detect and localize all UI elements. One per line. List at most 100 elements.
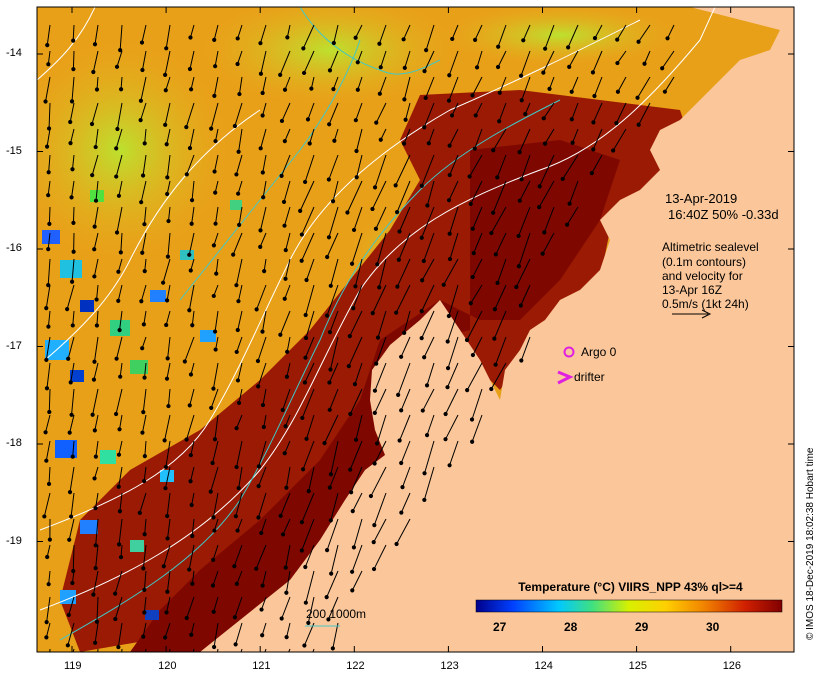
velocity-arrow-head (423, 356, 426, 359)
velocity-arrow-head (95, 662, 98, 665)
velocity-arrow-head (117, 485, 120, 488)
velocity-arrow-head (300, 521, 303, 524)
velocity-arrow-head (114, 412, 117, 415)
legend-line-1: Altimetric sealevel (662, 240, 759, 254)
velocity-arrow-head (93, 275, 96, 278)
velocity-arrow-head (47, 583, 50, 586)
velocity-arrow-head (280, 174, 283, 177)
velocity-arrow-head (235, 284, 238, 287)
velocity-arrow-head (354, 119, 357, 122)
velocity-arrow-head (142, 635, 145, 638)
velocity-arrow-head (304, 601, 307, 604)
velocity-arrow-head (423, 472, 426, 475)
velocity-arrow-head (236, 37, 239, 40)
velocity-arrow-head (304, 313, 307, 316)
velocity-arrow-head (189, 480, 192, 483)
velocity-arrow-head (70, 515, 73, 518)
velocity-arrow-head (329, 473, 332, 476)
velocity-arrow-head (329, 368, 332, 371)
velocity-arrow-head (496, 176, 499, 179)
velocity-arrow-head (351, 510, 354, 513)
velocity-arrow-head (94, 145, 97, 148)
velocity-arrow-head (189, 36, 192, 39)
velocity-arrow-head (286, 36, 289, 39)
velocity-arrow-head (305, 437, 308, 440)
map-plot (0, 0, 820, 680)
velocity-arrow-head (592, 121, 595, 124)
velocity-arrow-head (376, 263, 379, 266)
legend-line-4: 13-Apr 16Z (662, 283, 722, 297)
velocity-arrow-head (261, 403, 264, 406)
velocity-arrow-head (143, 376, 146, 379)
velocity-arrow-head (469, 302, 472, 305)
velocity-arrow-head (66, 644, 69, 647)
velocity-arrow-head (140, 201, 143, 204)
velocity-arrow-head (261, 171, 264, 174)
velocity-arrow-head (332, 88, 335, 91)
velocity-arrow-head (371, 312, 374, 315)
velocity-arrow-head (426, 204, 429, 207)
velocity-arrow-head (490, 231, 493, 234)
velocity-arrow-head (262, 425, 265, 428)
velocity-arrow-head (378, 42, 381, 45)
velocity-arrow-head (300, 549, 303, 552)
velocity-arrow-head (47, 63, 50, 66)
velocity-arrow-head (279, 333, 282, 336)
velocity-arrow-head (301, 468, 304, 471)
velocity-arrow-head (215, 272, 218, 275)
velocity-arrow-head (93, 360, 96, 363)
velocity-arrow-head (570, 90, 573, 93)
velocity-arrow-head (212, 244, 215, 247)
velocity-arrow-head (162, 281, 165, 284)
velocity-arrow-head (140, 300, 143, 303)
velocity-arrow-head (188, 568, 191, 571)
velocity-arrow-head (115, 175, 118, 178)
velocity-arrow-head (72, 569, 75, 572)
velocity-arrow-head (327, 178, 330, 181)
legend-line-3: and velocity for (662, 269, 743, 283)
x-tick-label: 126 (723, 660, 741, 672)
velocity-arrow-head (281, 533, 284, 536)
velocity-arrow-head (330, 572, 333, 575)
velocity-arrow-head (331, 200, 334, 203)
velocity-arrow-head (395, 311, 398, 314)
velocity-arrow-head (616, 90, 619, 93)
colorbar-tick: 29 (635, 620, 648, 634)
velocity-arrow-head (375, 442, 378, 445)
velocity-arrow-head (141, 68, 144, 71)
velocity-arrow-head (237, 300, 240, 303)
velocity-arrow-head (328, 381, 331, 384)
velocity-arrow-head (45, 387, 48, 390)
velocity-arrow-head (284, 425, 287, 428)
velocity-arrow-head (95, 324, 98, 327)
velocity-arrow-head (283, 297, 286, 300)
velocity-arrow-head (420, 310, 423, 313)
velocity-arrow-head (67, 613, 70, 616)
velocity-arrow-head (469, 202, 472, 205)
velocity-arrow-head (166, 192, 169, 195)
velocity-arrow-head (447, 199, 450, 202)
velocity-arrow-head (520, 99, 523, 102)
velocity-arrow-head (524, 112, 527, 115)
velocity-arrow-head (255, 567, 258, 570)
velocity-arrow-head (355, 149, 358, 152)
velocity-arrow-head (260, 608, 263, 611)
velocity-arrow-head (257, 465, 260, 468)
velocity-arrow-head (47, 171, 50, 174)
velocity-arrow-head (285, 375, 288, 378)
velocity-arrow-head (354, 36, 357, 39)
velocity-arrow-head (423, 498, 426, 501)
velocity-arrow-head (234, 643, 237, 646)
velocity-arrow-head (260, 531, 263, 534)
velocity-arrow-head (473, 147, 476, 150)
velocity-arrow-head (45, 358, 48, 361)
velocity-arrow-head (142, 411, 145, 414)
velocity-arrow-head (304, 336, 307, 339)
velocity-arrow-head (616, 61, 619, 64)
velocity-arrow-head (185, 616, 188, 619)
velocity-arrow-head (332, 41, 335, 44)
velocity-arrow-head (498, 120, 501, 123)
velocity-arrow-head (356, 61, 359, 64)
velocity-arrow-head (448, 232, 451, 235)
velocity-arrow-head (165, 47, 168, 50)
